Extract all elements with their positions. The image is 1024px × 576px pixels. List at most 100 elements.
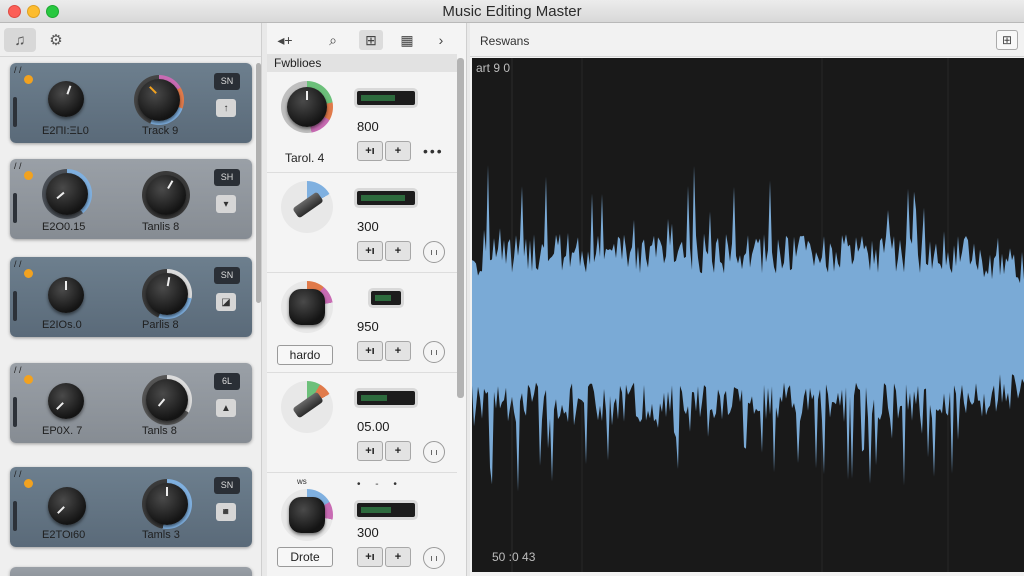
effect-value: 950	[357, 319, 379, 334]
track-name: Ε2ΤΟι60	[42, 529, 86, 541]
track-title: Tanls 8	[142, 425, 177, 437]
decrement-button[interactable]: +ı	[357, 341, 383, 361]
option-toggle[interactable]: ı ı	[423, 241, 445, 263]
pan-knob[interactable]	[146, 483, 188, 525]
effect-name-field[interactable]: hardo	[277, 345, 333, 365]
track-dropdown-button[interactable]: ▾	[216, 195, 236, 213]
effects-header: Fwblioes	[267, 54, 457, 72]
track-title: Track 9	[142, 125, 179, 137]
track-fader[interactable]	[13, 97, 17, 127]
solo-badge[interactable]: SN	[214, 267, 240, 284]
gain-knob[interactable]	[48, 383, 84, 419]
track-fader[interactable]	[13, 501, 17, 531]
track-name: Ε2ΠΙ:ΞL0	[42, 125, 89, 137]
level-meter	[357, 91, 415, 105]
track-fader[interactable]	[13, 397, 17, 427]
track-up-button[interactable]: ▲	[216, 399, 236, 417]
record-indicator[interactable]	[24, 171, 33, 180]
track-arrow-button[interactable]: ↑	[216, 99, 236, 117]
sidebar-scrollbar[interactable]	[256, 63, 261, 303]
decrement-button[interactable]: +ı	[357, 441, 383, 461]
option-toggle[interactable]: ı ı	[423, 441, 445, 463]
effect-knob[interactable]	[289, 289, 325, 325]
track-stop-button[interactable]: ◾	[216, 503, 236, 521]
track-mini-label: / /	[14, 161, 22, 171]
effect-item: 05.00 +ı + ı ı	[267, 373, 457, 473]
increment-button[interactable]: +	[385, 341, 411, 361]
effects-scrollbar[interactable]	[457, 58, 464, 398]
gain-knob[interactable]	[48, 277, 84, 313]
level-meter	[357, 391, 415, 405]
track-card[interactable]: / / ΕΡ0Χ. 7 Tanls 8 6L ▲	[10, 363, 252, 443]
waveform-title: Reswans	[480, 34, 530, 48]
decrement-button[interactable]: +ı	[357, 141, 383, 161]
pan-knob[interactable]	[146, 379, 188, 421]
effect-top-label: ws	[297, 477, 307, 486]
effect-value: 05.00	[357, 419, 390, 434]
gain-knob[interactable]	[46, 173, 88, 215]
record-indicator[interactable]	[24, 375, 33, 384]
plugin-view-button[interactable]: ⊞	[359, 30, 383, 50]
plugin-icon: ⊞	[365, 31, 377, 48]
waveform-canvas[interactable]: art 9 0 50 :0 43	[472, 58, 1024, 572]
window-title: Music Editing Master	[442, 3, 582, 20]
pan-knob[interactable]	[146, 273, 188, 315]
track-option-button[interactable]: ◪	[216, 293, 236, 311]
track-card[interactable]: / / Ε2ΙΟs.0 Parlis 8 SN ◪	[10, 257, 252, 337]
increment-button[interactable]: +	[385, 141, 411, 161]
track-card[interactable]: / / Ε2ΤΟι60 Tamls 3 SN ◾	[10, 467, 252, 547]
option-toggle[interactable]: ı ı	[423, 547, 445, 569]
pan-knob[interactable]	[138, 79, 180, 121]
record-indicator[interactable]	[24, 479, 33, 488]
tracks-view-button[interactable]: ♫	[4, 28, 36, 52]
grid-view-button[interactable]: ▦	[395, 30, 419, 50]
layout-toggle-button[interactable]: ⊞	[996, 30, 1018, 50]
level-meter	[371, 291, 401, 305]
effects-toolbar: ◂+ ⌕ ⊞ ▦ ›	[267, 23, 457, 57]
record-indicator[interactable]	[24, 269, 33, 278]
split-view-icon: ⊞	[1001, 33, 1013, 47]
time-label-bottom: 50 :0 43	[492, 550, 536, 564]
audio-waveform	[472, 165, 1024, 492]
sidebar-toolbar: ♫ ⚙	[0, 23, 261, 57]
effect-item: hardo 950 +ı + ı ı	[267, 273, 457, 373]
track-name: Ε2Ο0.15	[42, 221, 86, 233]
pan-knob[interactable]	[146, 175, 186, 215]
track-card[interactable]: / / Ε2ΠΙ:ΞL0 Track 9 SN ↑	[10, 63, 252, 143]
effect-knob[interactable]	[289, 497, 325, 533]
decrement-button[interactable]: +ı	[357, 547, 383, 567]
waveform-header: Reswans ⊞	[470, 23, 1024, 57]
effect-name-field[interactable]: Drote	[277, 547, 333, 567]
track-card[interactable]: / / Ε2Ο0.15 Tanlis 8 SH ▾	[10, 159, 252, 239]
search-button[interactable]: ⌕	[321, 30, 345, 50]
track-fader[interactable]	[13, 291, 17, 321]
decrement-button[interactable]: +ı	[357, 241, 383, 261]
track-mini-label: / /	[14, 259, 22, 269]
increment-button[interactable]: +	[385, 547, 411, 567]
track-card[interactable]	[10, 567, 252, 576]
effect-value: 800	[357, 119, 379, 134]
track-title: Tamls 3	[142, 529, 180, 541]
effect-label: Tarol. 4	[285, 151, 325, 165]
forward-button[interactable]: ›	[429, 30, 453, 50]
level-meter	[357, 191, 415, 205]
track-fader[interactable]	[13, 193, 17, 223]
solo-badge[interactable]: SH	[214, 169, 240, 186]
more-options-button[interactable]: •••	[423, 143, 444, 159]
increment-button[interactable]: +	[385, 241, 411, 261]
record-indicator[interactable]	[24, 75, 33, 84]
solo-badge[interactable]: SN	[214, 477, 240, 494]
effect-knob[interactable]	[287, 87, 327, 127]
tracks-icon: ♫	[14, 31, 26, 49]
gain-knob[interactable]	[48, 487, 86, 525]
solo-badge[interactable]: 6L	[214, 373, 240, 390]
gain-knob[interactable]	[48, 81, 84, 117]
back-arrow-icon: ◂+	[277, 31, 293, 48]
effect-item: 300 +ı + ı ı	[267, 173, 457, 273]
effect-indicators: • - •	[357, 479, 403, 490]
option-toggle[interactable]: ı ı	[423, 341, 445, 363]
back-button[interactable]: ◂+	[273, 30, 297, 50]
solo-badge[interactable]: SN	[214, 73, 240, 90]
increment-button[interactable]: +	[385, 441, 411, 461]
settings-button[interactable]: ⚙	[40, 28, 72, 52]
